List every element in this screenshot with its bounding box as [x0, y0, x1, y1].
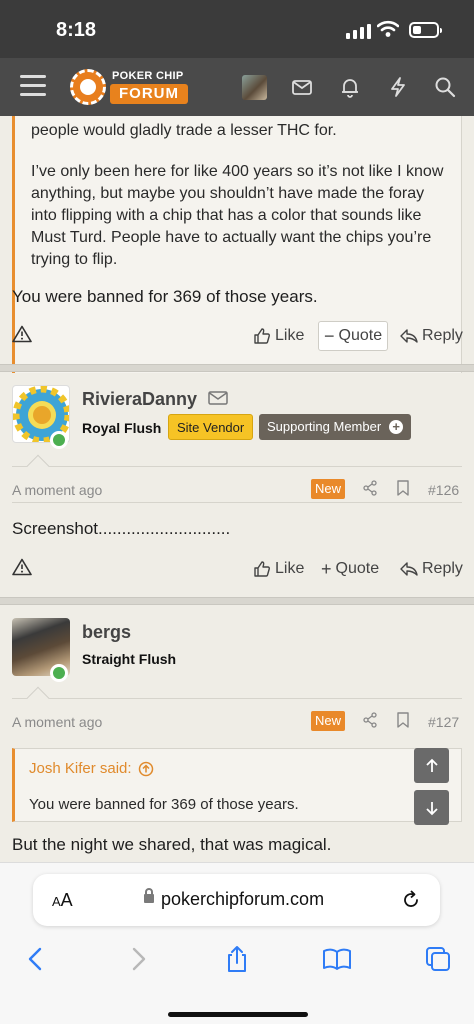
share-icon[interactable] — [362, 712, 378, 728]
online-indicator-icon — [50, 431, 68, 449]
reply-icon — [400, 329, 418, 343]
badge-label: Supporting Member — [267, 419, 382, 434]
url-text: pokerchipforum.com — [161, 889, 325, 909]
site-logo[interactable]: POKER CHIP FORUM — [70, 67, 188, 107]
status-bar: 8:18 — [0, 0, 474, 58]
post-number[interactable]: #126 — [428, 482, 459, 498]
bell-icon[interactable] — [338, 75, 362, 99]
status-time: 8:18 — [56, 19, 97, 41]
reply-button[interactable]: Reply — [400, 321, 463, 351]
scroll-up-button[interactable] — [414, 748, 449, 783]
supporting-member-badge[interactable]: Supporting Member + — [259, 414, 412, 440]
share-icon[interactable] — [362, 480, 378, 496]
mail-icon[interactable] — [290, 75, 314, 99]
plus-icon: + — [321, 559, 332, 579]
online-indicator-icon — [50, 664, 68, 682]
post-time[interactable]: A moment ago — [12, 482, 102, 498]
back-icon[interactable] — [21, 944, 51, 974]
arrow-up-icon — [425, 758, 438, 772]
thumbs-up-icon — [254, 561, 270, 577]
quote-button[interactable]: + Quote — [321, 554, 379, 584]
quote-block: Josh Kifer said: You were banned for 369… — [12, 748, 462, 822]
divider — [12, 466, 462, 467]
quote-label: Quote — [338, 327, 383, 344]
quote-attribution[interactable]: Josh Kifer said: — [29, 760, 154, 777]
like-label: Like — [275, 327, 305, 344]
forum-header: POKER CHIP FORUM — [0, 58, 474, 116]
report-icon[interactable] — [12, 558, 32, 576]
lock-icon — [144, 888, 154, 903]
post-actions: Like + Quote Reply — [0, 554, 474, 584]
logo-text-top: POKER CHIP — [112, 70, 184, 82]
username-text: RivieraDanny — [82, 389, 198, 409]
arrow-down-icon — [425, 801, 438, 815]
post-body: But the night we shared, that was magica… — [12, 835, 332, 854]
user-avatar-button[interactable] — [242, 75, 267, 100]
aa-label: A — [60, 890, 73, 910]
menu-icon[interactable] — [20, 75, 46, 97]
reply-label: Reply — [422, 327, 463, 344]
post-separator — [0, 597, 474, 605]
minus-icon: − — [324, 326, 335, 346]
quote-text: You were banned for 369 of those years. — [29, 796, 299, 813]
like-button[interactable]: Like — [253, 321, 304, 351]
user-title: Straight Flush — [82, 651, 177, 667]
chip-logo-icon — [70, 69, 106, 105]
logo-text-bottom: FORUM — [110, 84, 188, 104]
battery-icon — [409, 22, 442, 38]
scroll-down-button[interactable] — [414, 790, 449, 825]
post-header: bergs Straight Flush — [0, 606, 474, 706]
post-header: RivieraDanny Royal Flush Site Vendor Sup… — [0, 373, 474, 473]
post-actions: Like − Quote Reply — [0, 321, 474, 351]
username[interactable]: RivieraDanny — [82, 389, 228, 410]
new-badge: New — [311, 479, 346, 499]
user-title: Royal Flush — [82, 420, 162, 436]
thumbs-up-icon — [254, 328, 270, 344]
quote-text: people would gladly trade a lesser THC f… — [31, 122, 337, 139]
post-time[interactable]: A moment ago — [12, 714, 102, 730]
new-badge: New — [311, 711, 346, 731]
search-icon[interactable] — [433, 75, 457, 99]
username[interactable]: bergs — [82, 622, 131, 643]
bookmarks-icon[interactable] — [322, 944, 352, 974]
wifi-icon — [377, 20, 399, 37]
tabs-icon[interactable] — [423, 944, 453, 974]
quote-label: Quote — [335, 560, 380, 577]
cellular-signal-icon — [346, 24, 371, 39]
post-body: You were banned for 369 of those years. — [12, 287, 318, 306]
like-label: Like — [275, 560, 305, 577]
reply-button[interactable]: Reply — [400, 554, 463, 584]
post-meta: A moment ago New #127 — [0, 709, 474, 735]
text-size-button[interactable]: AA — [52, 890, 73, 911]
divider — [12, 698, 462, 699]
report-icon[interactable] — [12, 325, 32, 343]
divider — [12, 502, 462, 503]
bookmark-icon[interactable] — [396, 480, 410, 496]
post-meta: A moment ago New #126 — [0, 477, 474, 503]
post-body: Screenshot............................ — [12, 519, 231, 538]
arrow-up-circle-icon — [138, 761, 153, 776]
reload-icon[interactable] — [400, 889, 422, 911]
home-indicator — [168, 1012, 308, 1017]
thread-content: people would gladly trade a lesser THC f… — [0, 116, 474, 862]
address-bar[interactable]: AA pokerchipforum.com — [33, 874, 440, 926]
quote-button[interactable]: − Quote — [318, 321, 389, 351]
plus-icon: + — [389, 420, 404, 434]
like-button[interactable]: Like — [253, 554, 304, 584]
bolt-icon[interactable] — [386, 75, 410, 99]
post-number[interactable]: #127 — [428, 714, 459, 730]
reply-label: Reply — [422, 560, 463, 577]
reply-icon — [400, 562, 418, 576]
mail-icon[interactable] — [208, 390, 228, 406]
bookmark-icon[interactable] — [396, 712, 410, 728]
site-vendor-badge: Site Vendor — [168, 414, 254, 440]
browser-toolbar: AA pokerchipforum.com — [0, 862, 474, 1024]
post-separator — [0, 364, 474, 372]
forward-icon[interactable] — [123, 944, 153, 974]
share-icon[interactable] — [222, 944, 252, 974]
quote-text: I’ve only been here for like 400 years s… — [31, 163, 444, 268]
quote-author: Josh Kifer said: — [29, 760, 132, 777]
